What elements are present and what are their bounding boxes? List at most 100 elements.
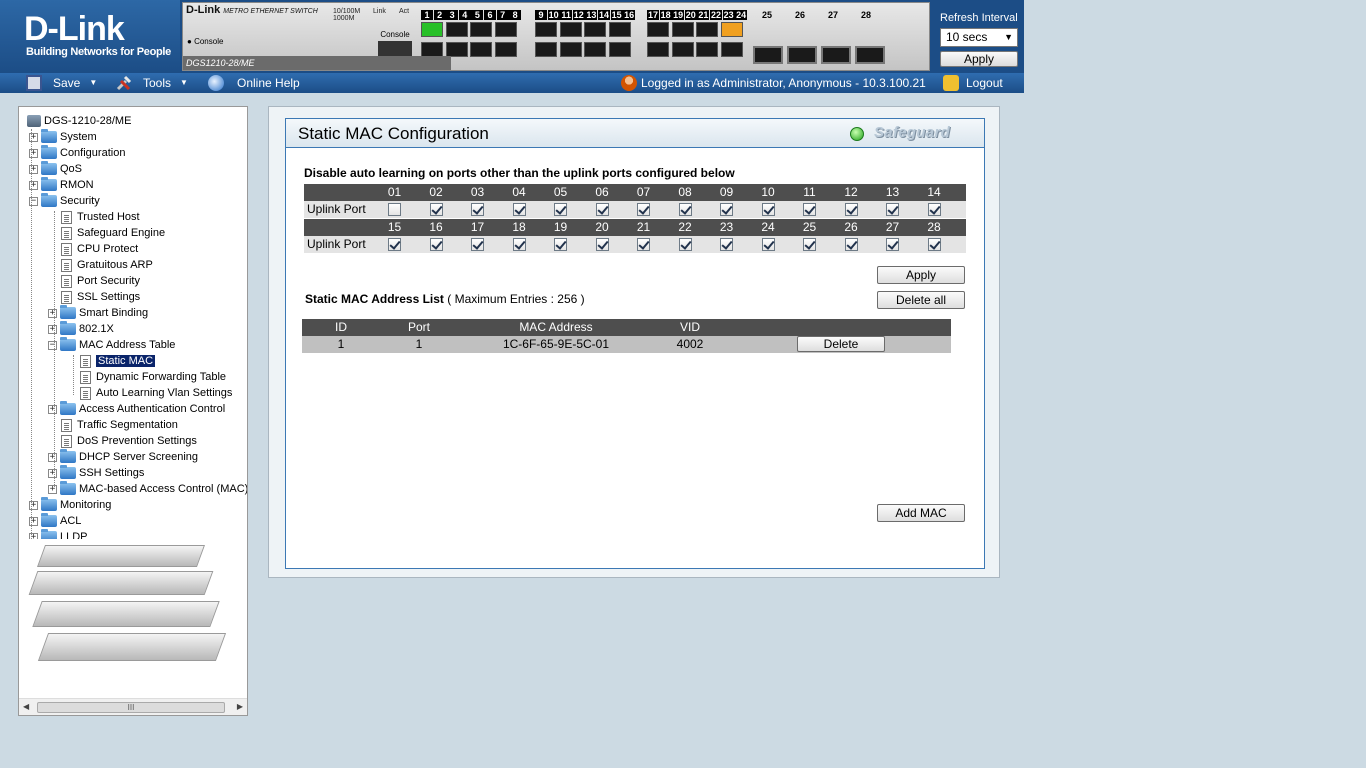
tree-node[interactable]: CPU Protect (61, 241, 138, 257)
expand-icon[interactable]: + (48, 484, 57, 494)
port-bottom-icon[interactable] (720, 42, 743, 57)
logout-link[interactable]: Logout (943, 73, 1003, 93)
uplink-port-checkbox[interactable] (388, 203, 401, 216)
sfp-port-icon[interactable] (855, 46, 885, 64)
tree-node[interactable]: SSL Settings (61, 289, 140, 305)
collapse-icon[interactable]: − (48, 340, 57, 350)
scroll-left-icon[interactable]: ◀ (23, 702, 29, 711)
tree-node[interactable]: + QoS (29, 161, 82, 177)
tree-node[interactable]: + SSH Settings (48, 465, 144, 481)
expand-icon[interactable]: + (48, 324, 57, 334)
tree-node[interactable]: Auto Learning Vlan Settings (80, 385, 232, 401)
tree-node[interactable]: Gratuitous ARP (61, 257, 153, 273)
tree-node[interactable]: DoS Prevention Settings (61, 433, 197, 449)
port-top-icon[interactable] (445, 22, 468, 37)
expand-icon[interactable]: + (48, 468, 57, 478)
uplink-port-checkbox[interactable] (471, 238, 484, 251)
tree-node[interactable]: +802.1X (48, 321, 114, 337)
delete-all-button[interactable]: Delete all (877, 291, 965, 309)
tree-node[interactable]: + RMON (29, 177, 94, 193)
uplink-port-checkbox[interactable] (429, 238, 443, 251)
port-top-icon[interactable] (421, 22, 443, 37)
uplink-port-checkbox[interactable] (678, 238, 692, 251)
uplink-port-checkbox[interactable] (512, 238, 526, 251)
port-top-icon[interactable] (584, 22, 607, 37)
port-top-icon[interactable] (470, 22, 493, 37)
uplink-port-checkbox[interactable] (803, 203, 816, 216)
port-bottom-icon[interactable] (647, 42, 669, 57)
uplink-port-checkbox[interactable] (761, 203, 775, 216)
tree-node[interactable]: Trusted Host (61, 209, 140, 225)
uplink-port-checkbox[interactable] (595, 203, 609, 216)
port-bottom-icon[interactable] (696, 42, 719, 57)
uplink-port-checkbox[interactable] (471, 203, 484, 216)
tree-node[interactable]: + ACL (29, 513, 81, 529)
tree-node[interactable]: − MAC Address Table (48, 337, 175, 353)
tree-node[interactable]: DGS-1210-28/ME (27, 113, 131, 129)
port-bottom-icon[interactable] (445, 42, 468, 57)
expand-icon[interactable]: + (48, 404, 57, 414)
tree-node[interactable]: Traffic Segmentation (61, 417, 178, 433)
uplink-port-checkbox[interactable] (678, 203, 692, 216)
tree-node[interactable]: + MAC-based Access Control (MAC) (48, 481, 247, 497)
refresh-apply-button[interactable]: Apply (940, 51, 1018, 67)
refresh-interval-select[interactable]: 10 secs ▼ (940, 28, 1018, 47)
port-bottom-icon[interactable] (421, 42, 443, 57)
scroll-right-icon[interactable]: ▶ (237, 702, 243, 711)
sfp-port-icon[interactable] (787, 46, 817, 64)
uplink-port-checkbox[interactable] (720, 203, 733, 216)
scroll-thumb[interactable]: III (37, 702, 225, 713)
tree-node[interactable]: + Access Authentication Control (48, 401, 225, 417)
uplink-port-checkbox[interactable] (512, 203, 526, 216)
tree-node[interactable]: Dynamic Forwarding Table (80, 369, 226, 385)
port-top-icon[interactable] (494, 22, 517, 37)
tree-node[interactable]: + Smart Binding (48, 305, 148, 321)
tree-node[interactable]: + DHCP Server Screening (48, 449, 198, 465)
port-bottom-icon[interactable] (671, 42, 694, 57)
uplink-port-checkbox[interactable] (429, 203, 443, 216)
uplink-port-checkbox[interactable] (388, 238, 401, 251)
port-top-icon[interactable] (608, 22, 631, 37)
tree-horizontal-scrollbar[interactable]: ◀ III ▶ (19, 698, 247, 715)
uplink-port-checkbox[interactable] (844, 203, 858, 216)
port-top-icon[interactable] (535, 22, 557, 37)
tree-node[interactable]: Safeguard Engine (61, 225, 165, 241)
expand-icon[interactable]: + (48, 452, 57, 462)
port-top-icon[interactable] (696, 22, 719, 37)
tools-menu[interactable]: Tools ▼ (116, 73, 188, 93)
uplink-port-checkbox[interactable] (554, 238, 567, 251)
uplink-port-checkbox[interactable] (637, 203, 650, 216)
uplink-port-checkbox[interactable] (761, 238, 775, 251)
delete-row-button[interactable]: Delete (797, 336, 885, 352)
tree-node[interactable]: + Configuration (29, 145, 125, 161)
uplink-port-checkbox[interactable] (637, 238, 650, 251)
uplink-port-checkbox[interactable] (886, 203, 899, 216)
uplink-port-checkbox[interactable] (803, 238, 816, 251)
port-bottom-icon[interactable] (535, 42, 557, 57)
tree-node[interactable]: + Monitoring (29, 497, 111, 513)
sfp-port-icon[interactable] (821, 46, 851, 64)
tree-node[interactable]: − Security (29, 193, 100, 209)
uplink-port-checkbox[interactable] (927, 203, 941, 216)
port-top-icon[interactable] (647, 22, 669, 37)
port-top-icon[interactable] (559, 22, 582, 37)
sfp-port-icon[interactable] (753, 46, 783, 64)
uplink-port-checkbox[interactable] (886, 238, 899, 251)
tree-node[interactable]: + System (29, 129, 97, 145)
port-bottom-icon[interactable] (470, 42, 493, 57)
uplink-port-checkbox[interactable] (554, 203, 567, 216)
port-bottom-icon[interactable] (494, 42, 517, 57)
port-top-icon[interactable] (720, 22, 743, 37)
online-help-link[interactable]: Online Help (208, 73, 300, 93)
port-bottom-icon[interactable] (608, 42, 631, 57)
tree-node[interactable]: Static MAC (80, 353, 156, 369)
port-bottom-icon[interactable] (559, 42, 582, 57)
tree-node[interactable]: Port Security (61, 273, 140, 289)
uplink-port-checkbox[interactable] (595, 238, 609, 251)
port-top-icon[interactable] (671, 22, 694, 37)
uplink-port-checkbox[interactable] (927, 238, 941, 251)
port-bottom-icon[interactable] (584, 42, 607, 57)
expand-icon[interactable]: + (48, 308, 57, 318)
add-mac-button[interactable]: Add MAC (877, 504, 965, 522)
uplink-port-checkbox[interactable] (844, 238, 858, 251)
